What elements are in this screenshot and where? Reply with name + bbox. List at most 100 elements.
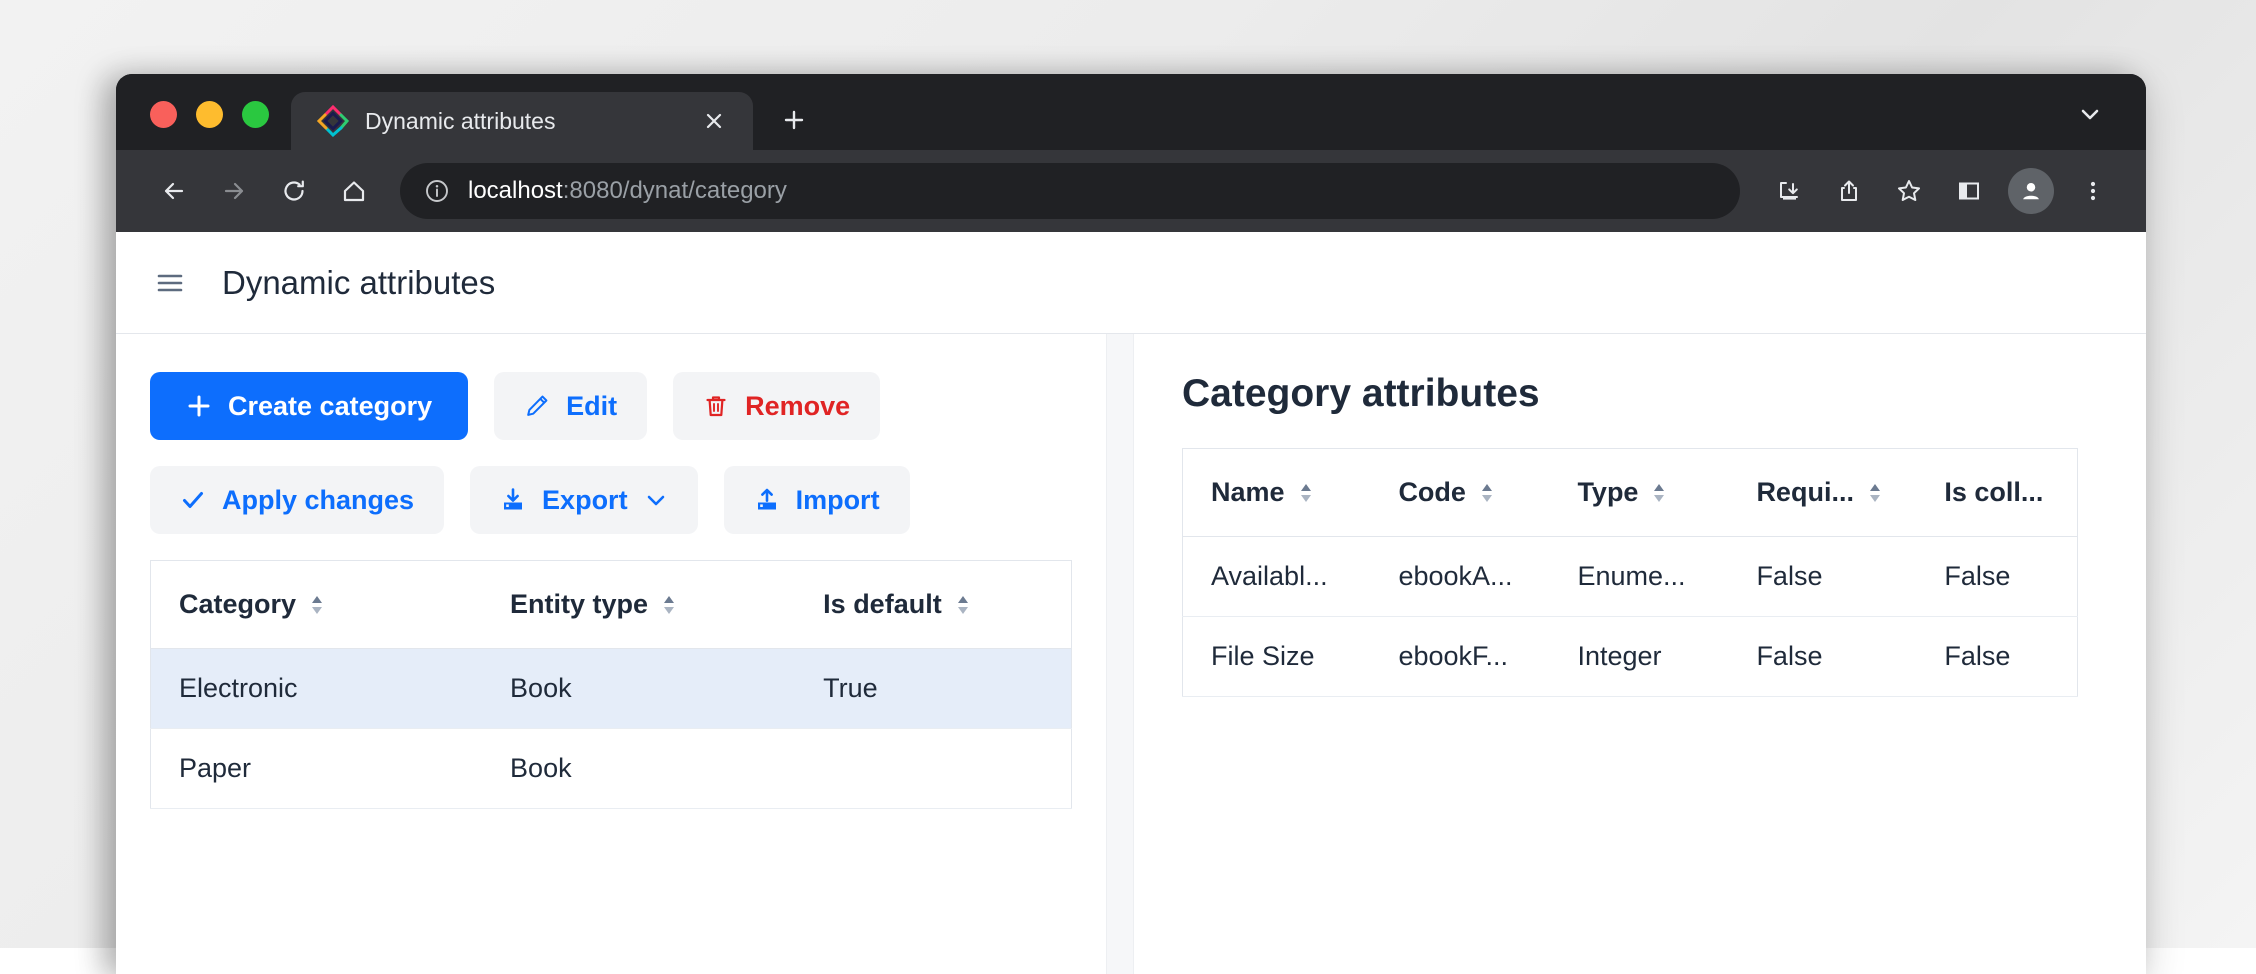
cell-is-collection: False (1916, 537, 2077, 617)
minimize-window-button[interactable] (196, 101, 223, 128)
tab-title: Dynamic attributes (365, 108, 681, 135)
edit-label: Edit (566, 391, 617, 422)
column-header-category-label: Category (179, 589, 296, 620)
reload-arrow-icon[interactable] (266, 163, 322, 219)
sort-arrows-icon (1652, 481, 1666, 505)
url-path: :8080/dynat/category (563, 177, 787, 204)
cell-required: False (1728, 617, 1916, 697)
install-app-icon[interactable] (1762, 164, 1816, 218)
home-house-icon[interactable] (326, 163, 382, 219)
address-bar-url: localhost:8080/dynat/category (468, 177, 787, 205)
categories-table-body: Electronic Book True Paper Book (151, 649, 1072, 809)
plus-icon (186, 393, 212, 419)
page-viewport: Dynamic attributes Create category (116, 232, 2146, 974)
trash-icon (703, 393, 729, 419)
toolbar-icon-group (1762, 164, 2120, 218)
pencil-icon (524, 393, 550, 419)
side-panel-icon[interactable] (1942, 164, 1996, 218)
app-header: Dynamic attributes (116, 232, 2146, 334)
attributes-pane: Category attributes Name (1134, 334, 2146, 974)
cell-code: ebookA... (1370, 537, 1549, 617)
table-row[interactable]: File Size ebookF... Integer False False (1183, 617, 2078, 697)
attributes-section-title: Category attributes (1182, 372, 2078, 416)
cell-required: False (1728, 537, 1916, 617)
check-icon (180, 487, 206, 513)
secondary-actions-row: Apply changes Export (150, 466, 1072, 534)
create-category-label: Create category (228, 391, 432, 422)
table-row[interactable]: Paper Book (151, 729, 1072, 809)
cell-category: Electronic (151, 649, 483, 729)
apply-changes-label: Apply changes (222, 485, 414, 516)
page-title: Dynamic attributes (222, 264, 495, 302)
export-download-icon (500, 487, 526, 513)
column-header-code-label: Code (1398, 477, 1466, 508)
close-window-button[interactable] (150, 101, 177, 128)
categories-pane: Create category Edit (116, 334, 1106, 974)
forward-arrow-icon[interactable] (206, 163, 262, 219)
primary-actions-row: Create category Edit (150, 372, 1072, 440)
cell-is-default (795, 729, 1071, 809)
column-header-type-label: Type (1577, 477, 1638, 508)
table-header-row: Name Code (1183, 449, 2078, 537)
import-upload-icon (754, 487, 780, 513)
categories-table-head: Category Entity type (151, 561, 1072, 649)
table-row[interactable]: Electronic Book True (151, 649, 1072, 729)
column-header-type[interactable]: Type (1549, 449, 1728, 537)
bookmark-star-icon[interactable] (1882, 164, 1936, 218)
tab-search-chevron-down-icon[interactable] (2068, 92, 2112, 136)
import-button[interactable]: Import (724, 466, 910, 534)
sort-arrows-icon (310, 593, 324, 617)
table-row[interactable]: Availabl... ebookA... Enume... False Fal… (1183, 537, 2078, 617)
apply-changes-button[interactable]: Apply changes (150, 466, 444, 534)
chevron-down-icon (644, 488, 668, 512)
new-tab-button[interactable] (769, 95, 819, 145)
column-header-required[interactable]: Requi... (1728, 449, 1916, 537)
cell-type: Integer (1549, 617, 1728, 697)
categories-table-wrapper: Category Entity type (150, 560, 1072, 809)
sort-arrows-icon (1868, 481, 1882, 505)
column-header-is-default-label: Is default (823, 589, 942, 620)
cell-is-collection: False (1916, 617, 2077, 697)
share-icon[interactable] (1822, 164, 1876, 218)
edit-button[interactable]: Edit (494, 372, 647, 440)
browser-toolbar: localhost:8080/dynat/category (116, 150, 2146, 232)
categories-table: Category Entity type (150, 560, 1072, 809)
export-label: Export (542, 485, 628, 516)
pane-splitter[interactable] (1106, 334, 1134, 974)
column-header-entity-type[interactable]: Entity type (482, 561, 795, 649)
address-bar[interactable]: localhost:8080/dynat/category (400, 163, 1740, 219)
column-header-required-label: Requi... (1756, 477, 1854, 508)
cell-name: File Size (1183, 617, 1371, 697)
attributes-table-body: Availabl... ebookA... Enume... False Fal… (1183, 537, 2078, 697)
column-header-name[interactable]: Name (1183, 449, 1371, 537)
close-tab-icon[interactable] (697, 104, 731, 138)
hamburger-menu-icon[interactable] (150, 263, 190, 303)
back-arrow-icon[interactable] (146, 163, 202, 219)
browser-window: Dynamic attributes (116, 74, 2146, 974)
url-host: localhost (468, 177, 563, 204)
window-controls (116, 101, 291, 150)
three-dot-menu-icon[interactable] (2066, 164, 2120, 218)
table-header-row: Category Entity type (151, 561, 1072, 649)
sort-arrows-icon (1299, 481, 1313, 505)
cell-code: ebookF... (1370, 617, 1549, 697)
split-layout: Create category Edit (116, 334, 2146, 974)
remove-label: Remove (745, 391, 850, 422)
column-header-is-default[interactable]: Is default (795, 561, 1071, 649)
cell-is-default: True (795, 649, 1071, 729)
column-header-code[interactable]: Code (1370, 449, 1549, 537)
profile-avatar[interactable] (2008, 168, 2054, 214)
column-header-category[interactable]: Category (151, 561, 483, 649)
tab-strip: Dynamic attributes (116, 74, 2146, 150)
column-header-name-label: Name (1211, 477, 1285, 508)
export-button[interactable]: Export (470, 466, 698, 534)
column-header-is-collection[interactable]: Is coll... (1916, 449, 2077, 537)
info-circle-icon[interactable] (424, 178, 450, 204)
remove-button[interactable]: Remove (673, 372, 880, 440)
maximize-window-button[interactable] (242, 101, 269, 128)
create-category-button[interactable]: Create category (150, 372, 468, 440)
browser-tab[interactable]: Dynamic attributes (291, 92, 753, 150)
import-label: Import (796, 485, 880, 516)
cell-type: Enume... (1549, 537, 1728, 617)
sort-arrows-icon (662, 593, 676, 617)
